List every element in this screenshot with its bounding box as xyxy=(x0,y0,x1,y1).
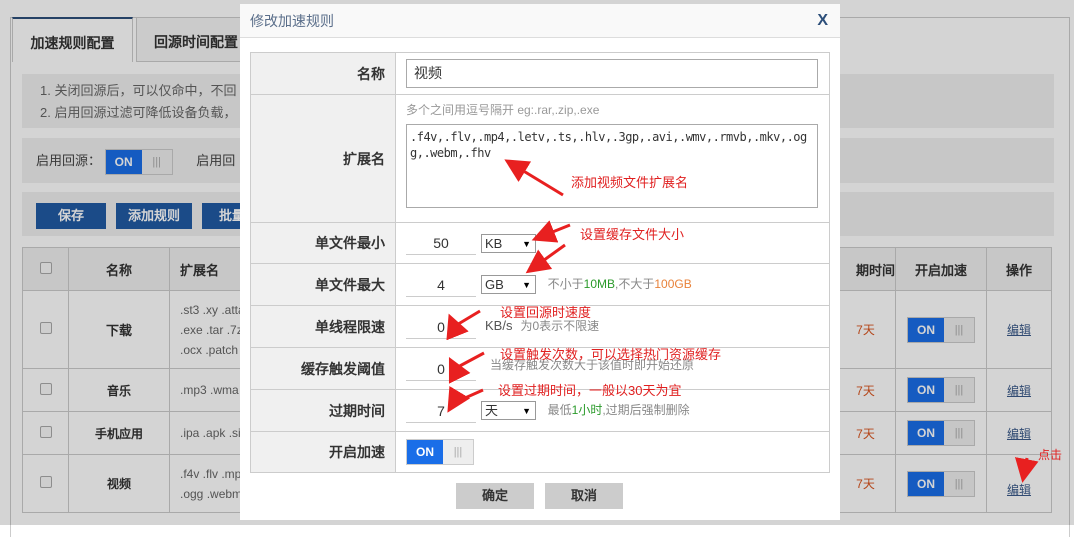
speed-input[interactable]: 0 xyxy=(406,315,476,339)
enable-toggle[interactable]: ON ||| xyxy=(406,439,474,465)
dialog-header: 修改加速规则 xyxy=(240,4,840,38)
expire-hint: 最低1小时,过期后强制删除 xyxy=(547,402,690,417)
close-icon[interactable]: X xyxy=(817,4,828,38)
min-unit-select[interactable]: KB xyxy=(481,233,536,253)
edit-rule-dialog: 修改加速规则 X 名称 视频 扩展名 多个之间用逗号隔开 eg:.rar,.zi… xyxy=(240,4,840,520)
max-unit-select[interactable]: GB xyxy=(481,275,536,294)
cancel-button[interactable]: 取消 xyxy=(545,483,623,509)
annotation-expire: 设置过期时间，一般以30天为宜 xyxy=(498,383,682,398)
annotation-ext: 添加视频文件扩展名 xyxy=(571,175,689,190)
enable-label: 开启加速 xyxy=(250,431,396,473)
expire-label: 过期时间 xyxy=(250,389,396,432)
toggle-handle: ||| xyxy=(453,446,463,458)
threshold-input[interactable]: 0 xyxy=(406,357,476,381)
dialog-title: 修改加速规则 xyxy=(250,13,334,29)
name-label: 名称 xyxy=(250,52,396,95)
max-size-hint: 不小于10MB,不大于100GB xyxy=(547,276,692,291)
click-annotation: 点击 xyxy=(1038,448,1063,462)
max-size-label: 单文件最大 xyxy=(250,263,396,306)
annotation-speed: 设置回源时速度 xyxy=(500,305,592,320)
name-input[interactable]: 视频 xyxy=(406,59,818,88)
ext-hint: 多个之间用逗号隔开 eg:.rar,.zip,.exe xyxy=(406,103,600,117)
confirm-button[interactable]: 确定 xyxy=(456,483,534,509)
min-size-input[interactable]: 50 xyxy=(406,231,476,255)
annotation-size: 设置缓存文件大小 xyxy=(580,227,685,242)
threshold-label: 缓存触发阈值 xyxy=(250,347,396,390)
rule-form: 名称 视频 扩展名 多个之间用逗号隔开 eg:.rar,.zip,.exe .f… xyxy=(250,52,830,473)
expire-input[interactable]: 7 xyxy=(406,399,476,423)
ext-textarea[interactable]: .f4v,.flv,.mp4,.letv,.ts,.hlv,.3gp,.avi,… xyxy=(406,124,818,208)
speed-hint: 为0表示不限速 xyxy=(520,318,600,333)
expire-unit-select[interactable]: 天 xyxy=(481,401,536,420)
toggle-on: ON xyxy=(407,440,443,464)
min-size-label: 单文件最小 xyxy=(250,222,396,264)
max-size-input[interactable]: 4 xyxy=(406,273,476,297)
speed-label: 单线程限速 xyxy=(250,305,396,348)
ext-label: 扩展名 xyxy=(250,94,396,223)
annotation-threshold: 设置触发次数，可以选择热门资源缓存 xyxy=(500,347,722,362)
